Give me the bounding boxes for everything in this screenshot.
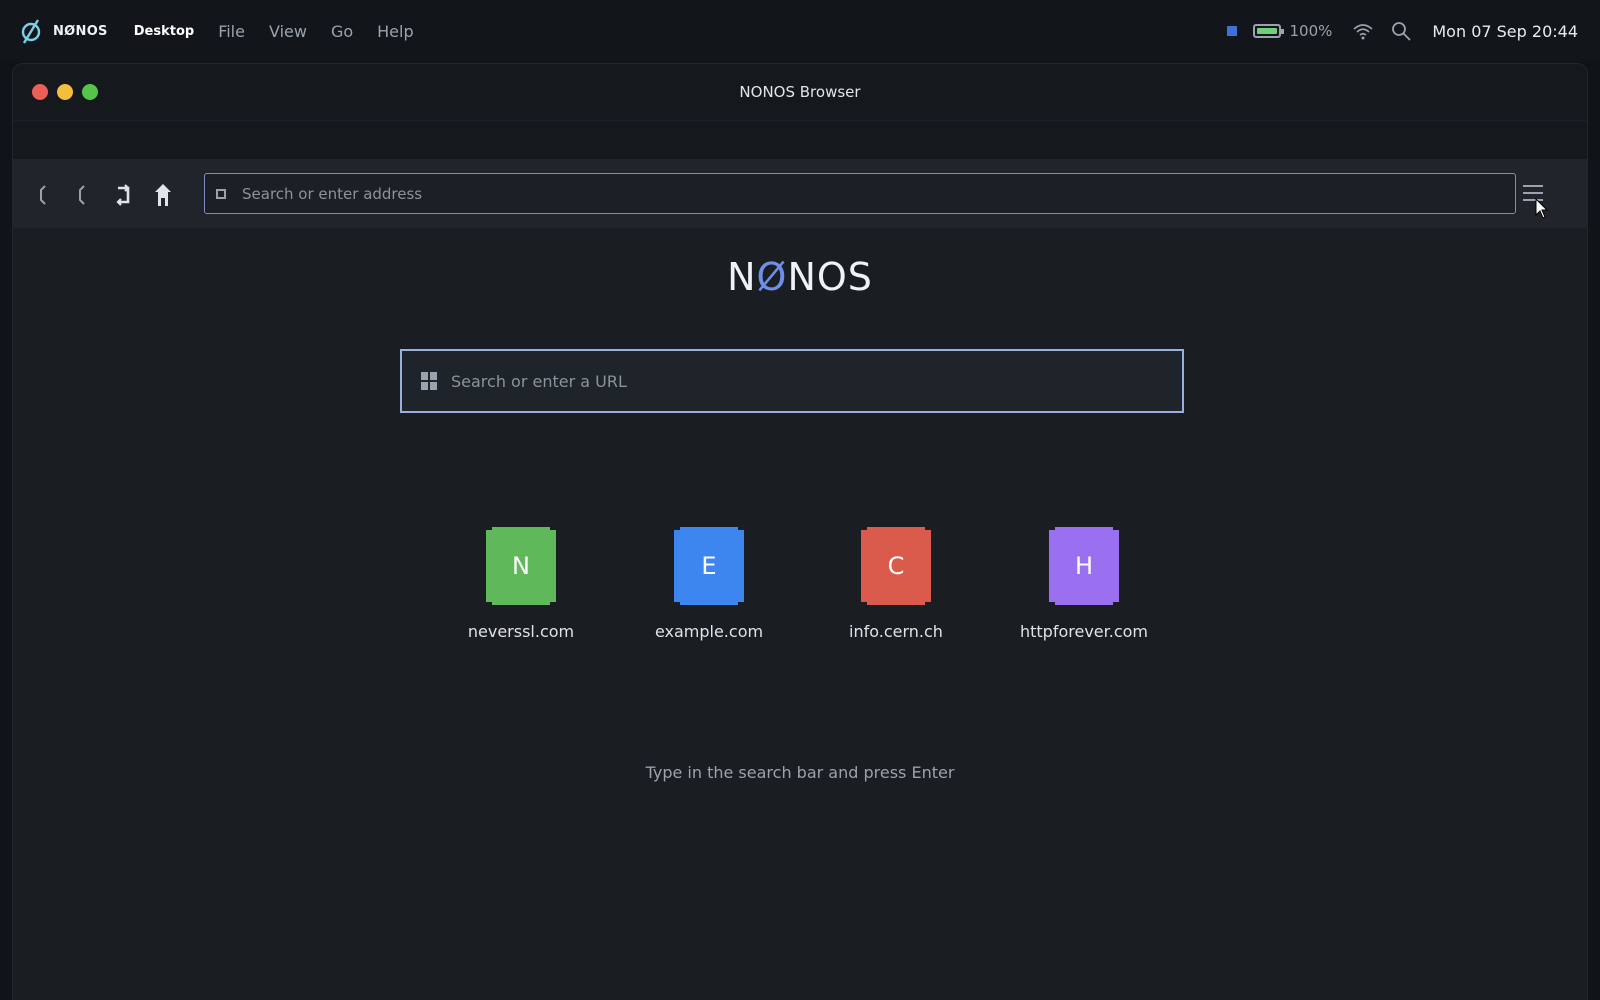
shortcut-tile-neverssl[interactable]: N neverssl.com bbox=[451, 527, 591, 641]
tile-label: neverssl.com bbox=[467, 622, 575, 641]
shortcut-tile-httpforever[interactable]: H httpforever.com bbox=[1014, 527, 1154, 641]
status-square-icon[interactable] bbox=[1227, 26, 1238, 36]
home-button[interactable] bbox=[150, 182, 176, 208]
system-clock: Mon 07 Sep 20:44 bbox=[1432, 21, 1578, 41]
grid-icon bbox=[421, 372, 437, 390]
back-button[interactable] bbox=[29, 182, 55, 208]
tile-label: info.cern.ch bbox=[849, 622, 943, 641]
home-logo-slash: Ø bbox=[756, 255, 788, 299]
window-title: NONOS Browser bbox=[739, 83, 861, 101]
home-logo: NØNOS bbox=[13, 255, 1587, 299]
menu-desktop[interactable]: Desktop bbox=[134, 24, 194, 39]
search-icon[interactable] bbox=[1390, 20, 1412, 42]
tile-letter-icon: N bbox=[486, 527, 556, 605]
home-search-box[interactable] bbox=[400, 349, 1184, 413]
battery-icon[interactable] bbox=[1253, 24, 1285, 38]
tile-label: example.com bbox=[654, 622, 764, 641]
system-tray: 100% Mon 07 Sep 20:44 bbox=[1227, 0, 1578, 62]
site-info-icon[interactable] bbox=[216, 188, 226, 199]
new-tab-page: NØNOS N neverssl.com E example.com C inf… bbox=[13, 228, 1587, 1000]
reload-button[interactable] bbox=[110, 182, 136, 208]
shortcut-tile-example[interactable]: E example.com bbox=[639, 527, 779, 641]
forward-button[interactable] bbox=[68, 182, 94, 208]
tile-label: httpforever.com bbox=[1019, 622, 1148, 641]
battery-level-fill bbox=[1257, 28, 1278, 34]
menu-view[interactable]: View bbox=[269, 22, 307, 41]
browser-toolbar bbox=[13, 159, 1587, 231]
wifi-icon[interactable] bbox=[1352, 22, 1374, 40]
search-hint: Type in the search bar and press Enter bbox=[645, 763, 955, 782]
tile-letter-icon: C bbox=[861, 527, 931, 605]
battery-percent: 100% bbox=[1289, 22, 1333, 40]
menu-go[interactable]: Go bbox=[331, 22, 353, 41]
home-logo-left: N bbox=[727, 255, 757, 299]
menu-help[interactable]: Help bbox=[377, 22, 413, 41]
address-bar[interactable] bbox=[204, 173, 1516, 214]
menu-file[interactable]: File bbox=[218, 22, 245, 41]
tile-letter-icon: E bbox=[674, 527, 744, 605]
tile-letter-icon: H bbox=[1049, 527, 1119, 605]
system-menubar: NØNOS Desktop File View Go Help 100% Mon… bbox=[0, 0, 1600, 62]
window-titlebar[interactable]: NONOS Browser bbox=[13, 64, 1587, 120]
home-search-input[interactable] bbox=[449, 370, 1153, 392]
address-input[interactable] bbox=[240, 183, 1444, 204]
brand-name: NØNOS bbox=[53, 23, 108, 39]
shortcut-tile-cern[interactable]: C info.cern.ch bbox=[826, 527, 966, 641]
tab-strip bbox=[13, 120, 1587, 159]
nonos-logo-icon[interactable] bbox=[20, 18, 42, 44]
home-logo-right: NOS bbox=[787, 255, 873, 299]
mouse-cursor-icon bbox=[1535, 198, 1549, 219]
browser-window: NONOS Browser NØNOS bbox=[13, 64, 1587, 1000]
